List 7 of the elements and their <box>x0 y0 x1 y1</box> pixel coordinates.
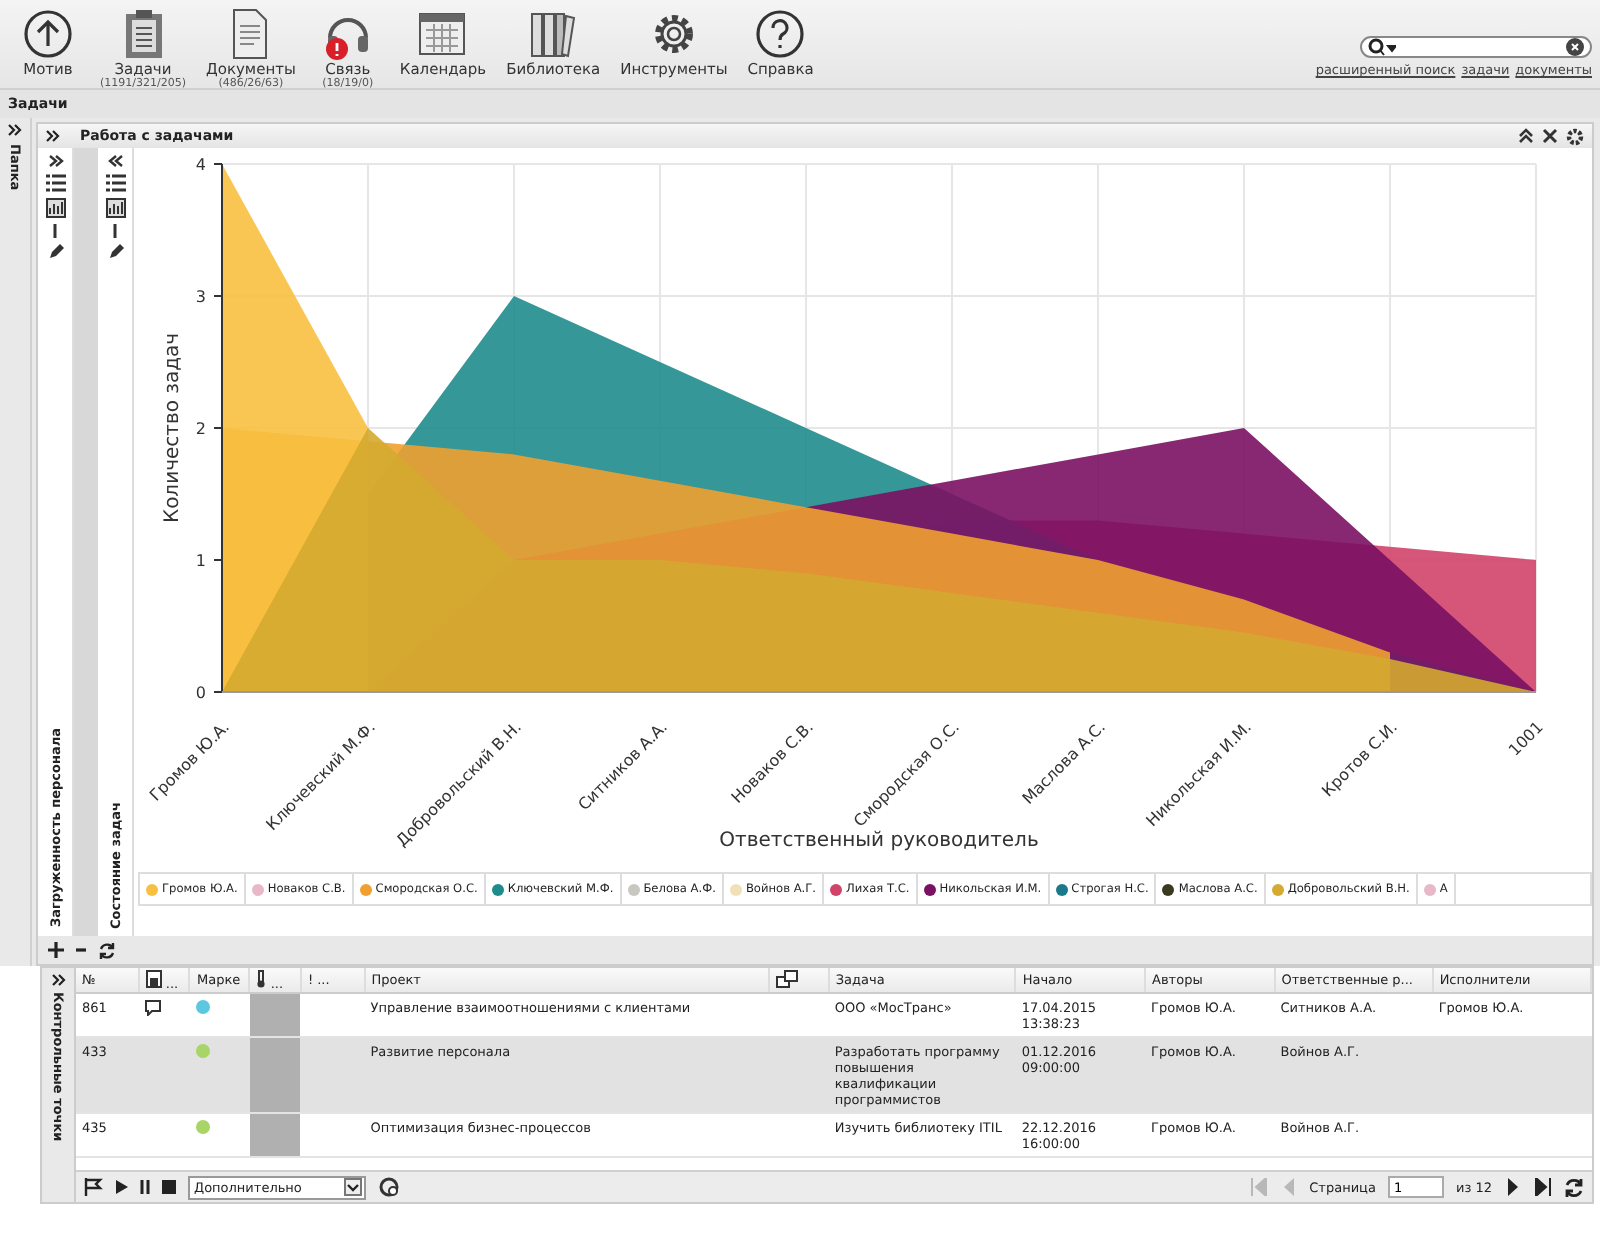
x-axis-title: Ответственный руководитель <box>719 830 1039 852</box>
y-tick-label: 4 <box>195 156 206 174</box>
y-tick-label: 1 <box>195 552 206 570</box>
y-tick-label: 0 <box>195 684 206 702</box>
y-tick-label: 3 <box>195 288 206 306</box>
y-axis-title: Количество задач <box>162 332 184 524</box>
y-tick-label: 2 <box>195 420 206 438</box>
